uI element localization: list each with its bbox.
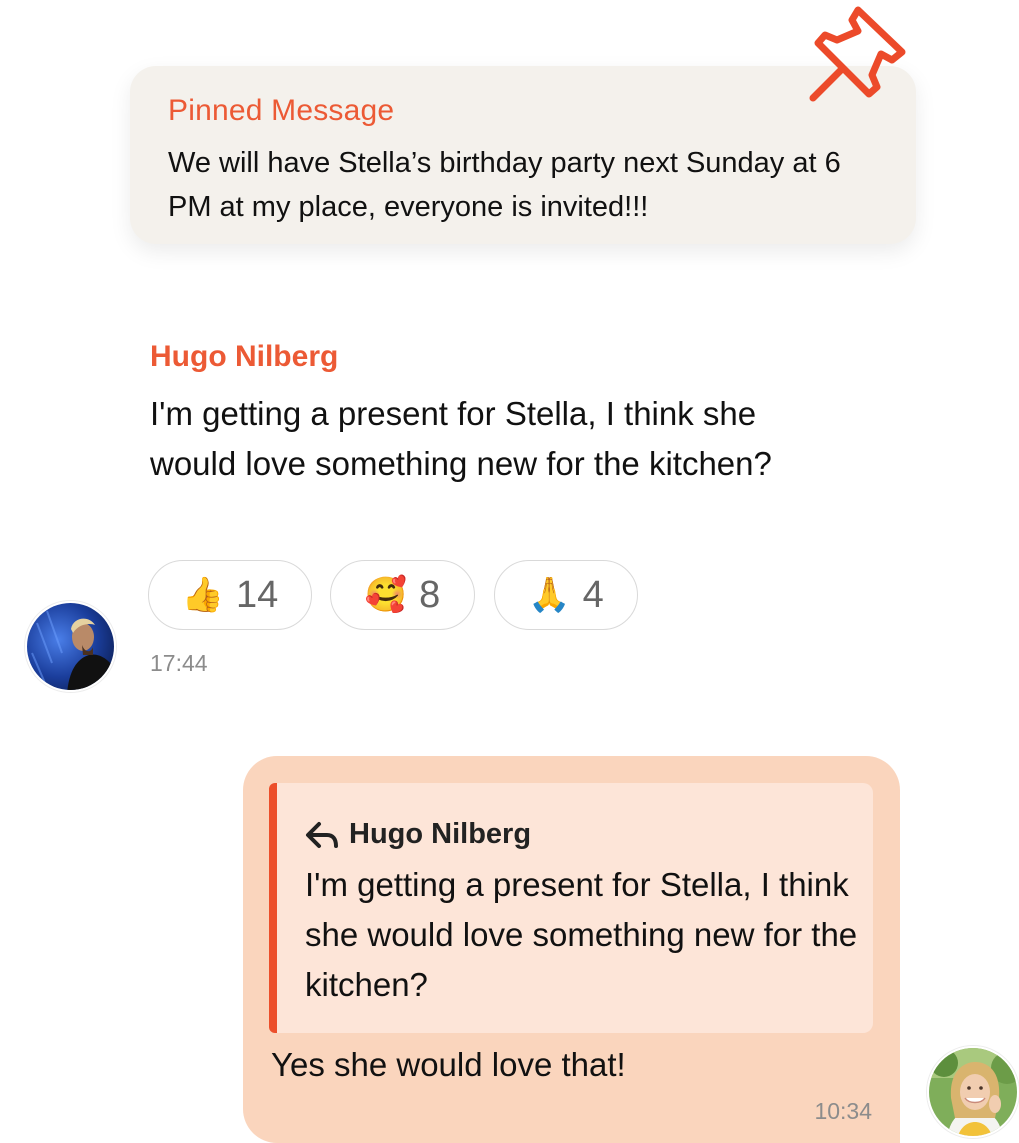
sender-name[interactable]: Hugo Nilberg bbox=[150, 340, 338, 374]
reply-quote-text: I'm getting a present for Stella, I thin… bbox=[305, 866, 858, 1003]
reaction-smiling-hearts[interactable]: 🥰 8 bbox=[330, 560, 475, 630]
incoming-timestamp: 17:44 bbox=[150, 650, 208, 676]
reply-icon bbox=[306, 821, 338, 848]
smiling-face-with-hearts-icon: 🥰 bbox=[364, 576, 408, 614]
incoming-message-text: I'm getting a present for Stella, I thin… bbox=[150, 395, 772, 482]
reply-quote-author: Hugo Nilberg bbox=[349, 818, 532, 850]
pinned-message-text: We will have Stella’s birthday party nex… bbox=[168, 147, 841, 223]
pinned-message-title: Pinned Message bbox=[168, 94, 395, 127]
reaction-folded-hands[interactable]: 🙏 4 bbox=[494, 560, 638, 630]
reply-quote-author-row: Hugo Nilberg bbox=[305, 818, 531, 851]
outgoing-timestamp: 10:34 bbox=[814, 1098, 872, 1124]
avatar-hugo-image bbox=[27, 603, 114, 690]
outgoing-message-text: Yes she would love that! bbox=[271, 1046, 626, 1083]
reaction-count: 14 bbox=[236, 573, 279, 616]
outgoing-message-bubble[interactable]: Hugo Nilberg I'm getting a present for S… bbox=[243, 756, 900, 1143]
avatar-me[interactable] bbox=[927, 1046, 1019, 1138]
pinned-message-card[interactable]: Pinned Message We will have Stella’s bir… bbox=[130, 66, 916, 244]
folded-hands-icon: 🙏 bbox=[528, 576, 571, 614]
reaction-count: 8 bbox=[419, 573, 441, 616]
avatar-me-image bbox=[929, 1048, 1017, 1136]
reply-quote[interactable]: Hugo Nilberg I'm getting a present for S… bbox=[269, 783, 873, 1033]
reaction-thumbs-up[interactable]: 👍 14 bbox=[148, 560, 312, 630]
thumbs-up-icon: 👍 bbox=[181, 576, 225, 614]
pin-icon[interactable] bbox=[808, 4, 908, 104]
reaction-count: 4 bbox=[582, 573, 604, 616]
avatar-hugo[interactable] bbox=[25, 601, 116, 692]
